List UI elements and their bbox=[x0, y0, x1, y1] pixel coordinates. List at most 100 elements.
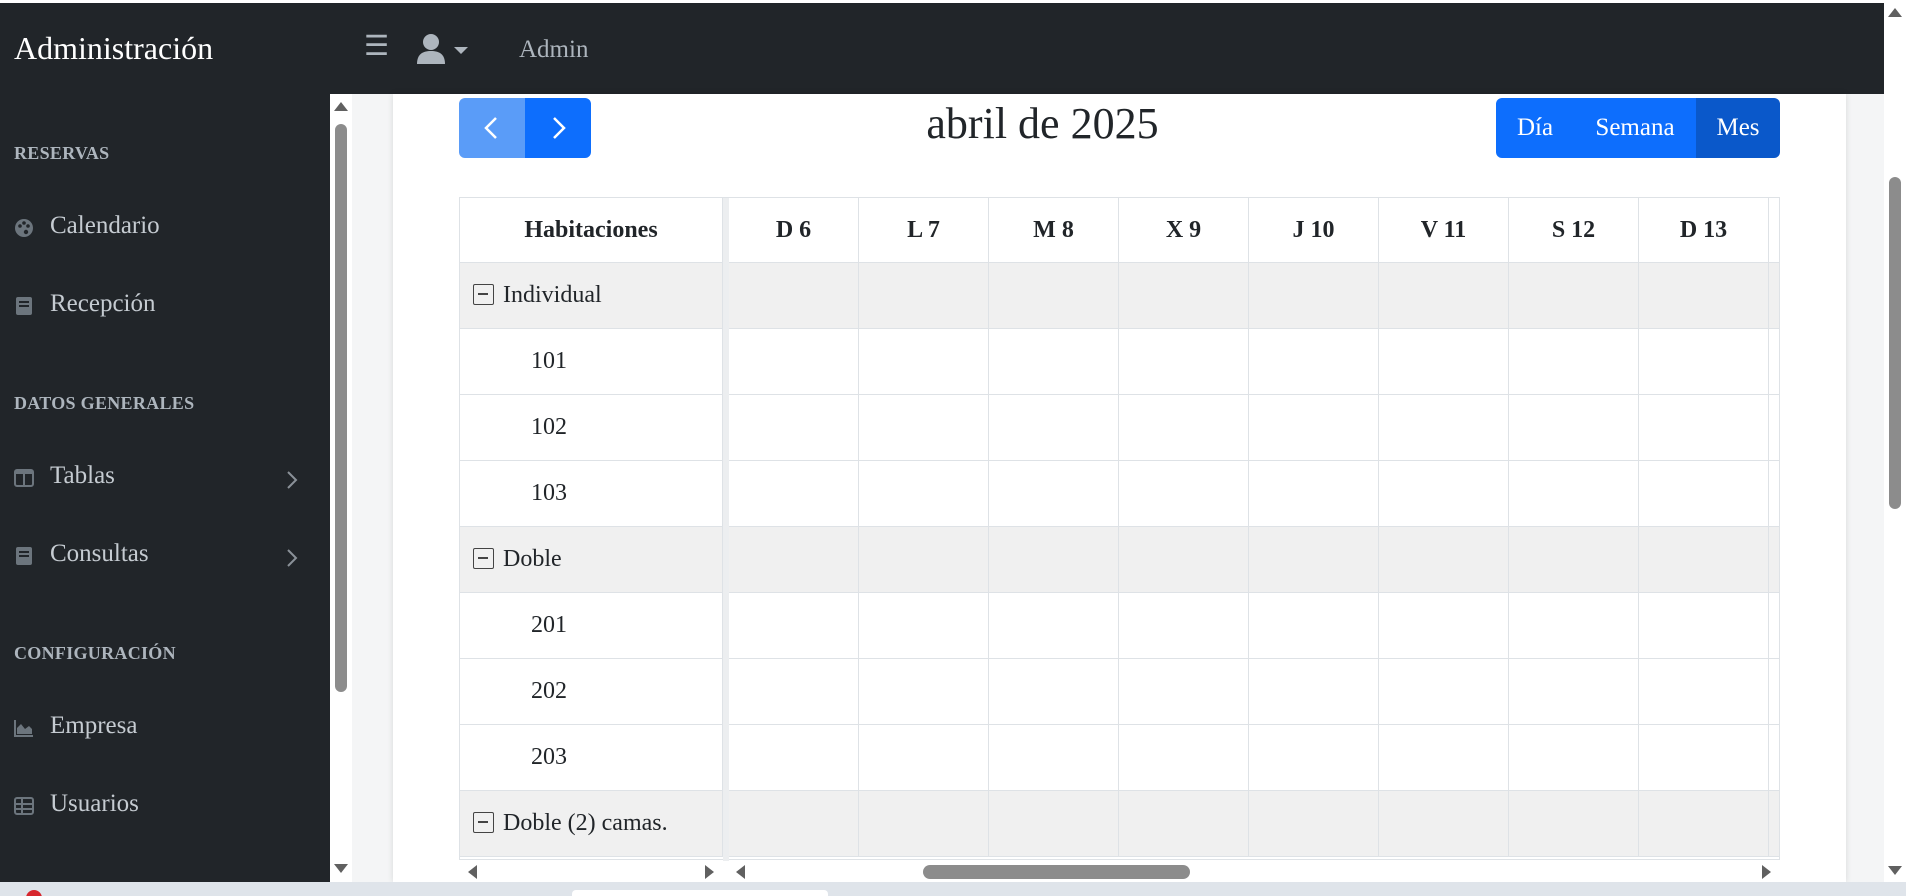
scroll-right-arrow-icon[interactable] bbox=[1762, 865, 1771, 879]
view-day-button[interactable]: Día bbox=[1496, 98, 1574, 158]
schedule-cell[interactable] bbox=[989, 395, 1119, 461]
schedule-cell[interactable] bbox=[1119, 329, 1249, 395]
content-scrollbar[interactable] bbox=[330, 94, 352, 882]
schedule-cell[interactable] bbox=[1509, 725, 1639, 791]
schedule-cell[interactable] bbox=[1639, 263, 1769, 329]
scrollbar-thumb[interactable] bbox=[1889, 177, 1901, 509]
schedule-cell[interactable] bbox=[989, 329, 1119, 395]
schedule-cell[interactable] bbox=[1119, 527, 1249, 593]
schedule-cell[interactable] bbox=[859, 461, 989, 527]
scroll-up-arrow-icon[interactable] bbox=[1888, 8, 1902, 17]
schedule-cell[interactable] bbox=[859, 395, 989, 461]
schedule-cell[interactable] bbox=[1639, 527, 1769, 593]
schedule-cell[interactable] bbox=[1639, 395, 1769, 461]
schedule-cell[interactable] bbox=[859, 593, 989, 659]
schedule-cell[interactable] bbox=[1509, 527, 1639, 593]
schedule-cell[interactable] bbox=[1249, 461, 1379, 527]
schedule-cell[interactable] bbox=[989, 725, 1119, 791]
view-month-button[interactable]: Mes bbox=[1696, 98, 1780, 158]
sidebar-item-recepcion[interactable]: Recepción bbox=[14, 286, 314, 326]
schedule-cell[interactable] bbox=[1249, 527, 1379, 593]
collapse-icon[interactable] bbox=[473, 812, 494, 833]
schedule-cell[interactable] bbox=[729, 395, 859, 461]
schedule-cell[interactable] bbox=[859, 659, 989, 725]
schedule-cell[interactable] bbox=[1249, 791, 1379, 857]
schedule-cell[interactable] bbox=[1639, 461, 1769, 527]
scroll-right-arrow-icon[interactable] bbox=[705, 865, 714, 879]
schedule-cell[interactable] bbox=[1379, 329, 1509, 395]
schedule-cell[interactable] bbox=[989, 593, 1119, 659]
schedule-cell[interactable] bbox=[1509, 461, 1639, 527]
schedule-cell[interactable] bbox=[989, 527, 1119, 593]
schedule-cell[interactable] bbox=[729, 527, 859, 593]
schedule-cell[interactable] bbox=[1639, 725, 1769, 791]
sidebar-item-usuarios[interactable]: Usuarios bbox=[14, 786, 314, 826]
prev-button[interactable] bbox=[459, 98, 525, 158]
schedule-cell[interactable] bbox=[1509, 329, 1639, 395]
schedule-cell[interactable] bbox=[1509, 593, 1639, 659]
schedule-cell[interactable] bbox=[859, 725, 989, 791]
app-icon[interactable] bbox=[26, 890, 42, 896]
schedule-cell[interactable] bbox=[1639, 791, 1769, 857]
next-button[interactable] bbox=[525, 98, 591, 158]
schedule-cell[interactable] bbox=[1639, 593, 1769, 659]
schedule-cell[interactable] bbox=[859, 329, 989, 395]
schedule-cell[interactable] bbox=[859, 791, 989, 857]
menu-toggle-icon[interactable]: ☰ bbox=[364, 33, 389, 61]
schedule-cell[interactable] bbox=[729, 461, 859, 527]
schedule-cell[interactable] bbox=[1249, 725, 1379, 791]
schedule-cell[interactable] bbox=[859, 527, 989, 593]
schedule-cell[interactable] bbox=[729, 659, 859, 725]
user-dropdown[interactable] bbox=[416, 33, 472, 69]
schedule-cell[interactable] bbox=[729, 329, 859, 395]
schedule-cell[interactable] bbox=[1379, 725, 1509, 791]
sidebar-item-consultas[interactable]: Consultas bbox=[14, 536, 314, 576]
schedule-cell[interactable] bbox=[1379, 593, 1509, 659]
scroll-left-arrow-icon[interactable] bbox=[468, 865, 477, 879]
schedule-cell[interactable] bbox=[1379, 395, 1509, 461]
scroll-left-arrow-icon[interactable] bbox=[736, 865, 745, 879]
brand-title[interactable]: Administración bbox=[14, 30, 213, 67]
schedule-cell[interactable] bbox=[859, 263, 989, 329]
schedule-cell[interactable] bbox=[1119, 725, 1249, 791]
browser-tab[interactable] bbox=[572, 890, 828, 896]
sidebar-item-tablas[interactable]: Tablas bbox=[14, 458, 314, 498]
schedule-cell[interactable] bbox=[989, 791, 1119, 857]
schedule-cell[interactable] bbox=[1119, 461, 1249, 527]
schedule-cell[interactable] bbox=[729, 725, 859, 791]
page-scrollbar[interactable] bbox=[1884, 0, 1906, 896]
admin-link[interactable]: Admin bbox=[519, 36, 588, 64]
scroll-down-arrow-icon[interactable] bbox=[334, 864, 348, 873]
scrollbar-thumb[interactable] bbox=[335, 124, 347, 692]
schedule-cell[interactable] bbox=[1639, 659, 1769, 725]
schedule-cell[interactable] bbox=[989, 263, 1119, 329]
sidebar-item-calendario[interactable]: Calendario bbox=[14, 208, 314, 248]
schedule-cell[interactable] bbox=[1249, 395, 1379, 461]
scroll-up-arrow-icon[interactable] bbox=[334, 102, 348, 111]
sidebar-item-empresa[interactable]: Empresa bbox=[14, 708, 314, 748]
schedule-cell[interactable] bbox=[1379, 659, 1509, 725]
schedule-cell[interactable] bbox=[1509, 659, 1639, 725]
schedule-cell[interactable] bbox=[1509, 395, 1639, 461]
schedule-cell[interactable] bbox=[1379, 791, 1509, 857]
schedule-cell[interactable] bbox=[1249, 263, 1379, 329]
schedule-cell[interactable] bbox=[1379, 461, 1509, 527]
collapse-icon[interactable] bbox=[473, 548, 494, 569]
schedule-cell[interactable] bbox=[1119, 395, 1249, 461]
schedule-cell[interactable] bbox=[1509, 791, 1639, 857]
schedule-cell[interactable] bbox=[1639, 329, 1769, 395]
schedule-cell[interactable] bbox=[989, 461, 1119, 527]
schedule-cell[interactable] bbox=[1119, 263, 1249, 329]
schedule-cell[interactable] bbox=[729, 791, 859, 857]
collapse-icon[interactable] bbox=[473, 284, 494, 305]
schedule-cell[interactable] bbox=[1509, 263, 1639, 329]
schedule-cell[interactable] bbox=[729, 263, 859, 329]
schedule-cell[interactable] bbox=[1119, 659, 1249, 725]
view-week-button[interactable]: Semana bbox=[1574, 98, 1696, 158]
schedule-cell[interactable] bbox=[1379, 263, 1509, 329]
schedule-cell[interactable] bbox=[1379, 527, 1509, 593]
scroll-down-arrow-icon[interactable] bbox=[1888, 866, 1902, 875]
schedule-cell[interactable] bbox=[1249, 329, 1379, 395]
schedule-cell[interactable] bbox=[1249, 593, 1379, 659]
schedule-cell[interactable] bbox=[1249, 659, 1379, 725]
